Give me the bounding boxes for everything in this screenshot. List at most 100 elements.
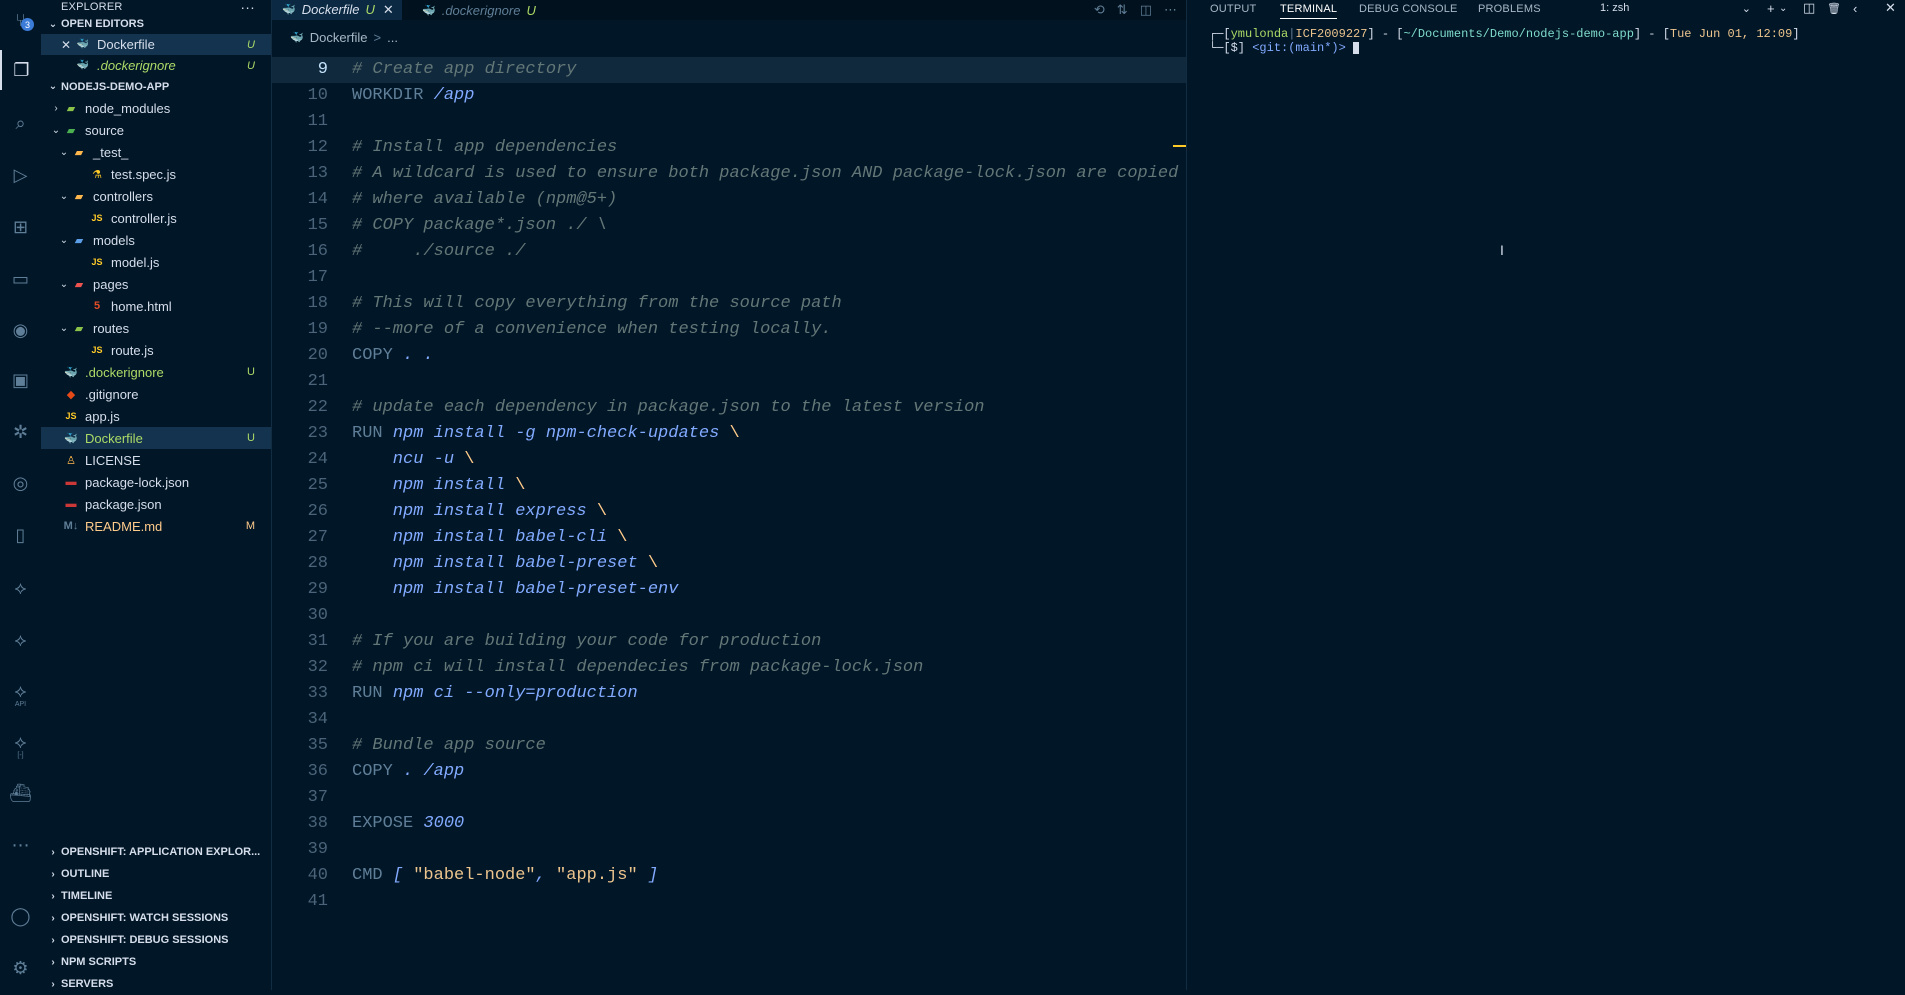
code-line[interactable]: 27 npm install babel-cli \ [272, 525, 1187, 551]
code-line[interactable]: 9 # Create app directory [272, 57, 1187, 83]
trash-icon[interactable]: 🗑 [1827, 0, 1841, 16]
code-line[interactable]: 39 [272, 837, 1187, 863]
close-icon[interactable]: ✕ [383, 2, 394, 18]
timeline-icon[interactable]: ⟲ [1094, 2, 1105, 18]
search-icon[interactable]: ⌕ [0, 103, 41, 143]
code-line[interactable]: 13 # A wildcard is used to ensure both pa… [272, 161, 1187, 187]
new-terminal-icon[interactable]: + [1767, 0, 1775, 16]
tree-folder[interactable]: ⌄ ▰ pages [41, 273, 271, 295]
section-collapsed[interactable]: › NPM SCRIPTS [41, 951, 271, 973]
code-editor[interactable]: 9 # Create app directory 10 WORKDIR /app 11 1… [272, 57, 1187, 915]
tree-folder[interactable]: › ▰ node_modules [41, 97, 271, 119]
tree-file[interactable]: JS route.js [41, 339, 271, 361]
terminal-select[interactable]: 1: zsh ⌄ [1596, 0, 1755, 16]
section-open-editors[interactable]: ⌄ OPEN EDITORS [41, 14, 271, 34]
code-line[interactable]: 12 # Install app dependencies [272, 135, 1187, 161]
open-changes-icon[interactable]: ⇅ [1117, 2, 1128, 18]
code-line[interactable]: 32 # npm ci will install dependecies from… [272, 655, 1187, 681]
tree-folder[interactable]: ⌄ ▰ source [41, 119, 271, 141]
more-icon[interactable]: ⋯ [0, 825, 41, 865]
tree-file[interactable]: M↓ README.md M [41, 515, 271, 537]
tab-dockerfile[interactable]: 🐳 Dockerfile U ✕ [272, 0, 402, 20]
run-debug-icon[interactable]: ▷ [0, 155, 41, 195]
code-line[interactable]: 40 CMD [ "babel-node", "app.js" ] [272, 863, 1187, 889]
extensions-icon[interactable]: ⊞ [0, 207, 41, 247]
tree-file[interactable]: ♙ LICENSE [41, 449, 271, 471]
code-line[interactable]: 28 npm install babel-preset \ [272, 551, 1187, 577]
remote-explorer-icon[interactable]: ▭ [0, 259, 41, 299]
more-actions-icon[interactable]: ⋯ [1164, 2, 1177, 18]
terminal-icon[interactable]: ▣ [0, 360, 41, 400]
split-editor-icon[interactable]: ◫ [1140, 2, 1152, 18]
section-collapsed[interactable]: › SERVERS [41, 973, 271, 995]
code-line[interactable]: 25 npm install \ [272, 473, 1187, 499]
source-control-icon[interactable]: ⑂ 3 [0, 0, 41, 40]
account-icon[interactable]: ◯ [0, 896, 41, 936]
code-line[interactable]: 30 [272, 603, 1187, 629]
tree-folder[interactable]: ⌄ ▰ controllers [41, 185, 271, 207]
split-terminal-icon[interactable]: ◫ [1803, 0, 1815, 16]
explorer-icon[interactable]: ❐ [0, 50, 41, 90]
tree-file[interactable]: JS app.js [41, 405, 271, 427]
code-line[interactable]: 26 npm install express \ [272, 499, 1187, 525]
settings-gear-icon[interactable]: ⚙ [0, 948, 41, 988]
chevron-left-icon[interactable]: ‹ [1853, 0, 1857, 16]
docker-icon[interactable]: ⛴ [0, 773, 41, 813]
tree-file[interactable]: ▬ package-lock.json [41, 471, 271, 493]
code-line[interactable]: 21 [272, 369, 1187, 395]
api-icon[interactable]: ⟡ API [0, 671, 41, 711]
code-line[interactable]: 19 # --more of a convenience when testing… [272, 317, 1187, 343]
code-line[interactable]: 35 # Bundle app source [272, 733, 1187, 759]
tree-file[interactable]: ⚗ test.spec.js [41, 163, 271, 185]
code-line[interactable]: 29 npm install babel-preset-env [272, 577, 1187, 603]
section-collapsed[interactable]: › OPENSHIFT: DEBUG SESSIONS [41, 929, 271, 951]
gitlens-icon[interactable]: ◉ [0, 310, 41, 350]
open-editor-item[interactable]: 🐳 .dockerignore U [41, 55, 271, 76]
openshift-icon[interactable]: ◎ [0, 463, 41, 503]
code-line[interactable]: 31 # If you are building your code for pr… [272, 629, 1187, 655]
code-line[interactable]: 11 [272, 109, 1187, 135]
tree-folder[interactable]: ⌄ ▰ _test_ [41, 141, 271, 163]
kubernetes-icon[interactable]: ✲ [0, 412, 41, 452]
code-line[interactable]: 41 [272, 889, 1187, 915]
code-line[interactable]: 36 COPY . /app [272, 759, 1187, 785]
tab-output[interactable]: OUTPUT [1210, 0, 1256, 18]
tree-file[interactable]: ◆ .gitignore [41, 383, 271, 405]
api-connect-icon[interactable]: ⟡ [0, 568, 41, 608]
code-line[interactable]: 18 # This will copy everything from the s… [272, 291, 1187, 317]
tree-file[interactable]: 5 home.html [41, 295, 271, 317]
section-project[interactable]: ⌄ NODEJS-DEMO-APP [41, 76, 271, 97]
code-line[interactable]: 16 # ./source ./ [272, 239, 1187, 265]
tree-file[interactable]: 🐳 .dockerignore U [41, 361, 271, 383]
api-test-icon[interactable]: ⟡ [0, 620, 41, 660]
breadcrumb-symbol[interactable]: ... [387, 30, 398, 45]
tree-folder[interactable]: ⌄ ▰ models [41, 229, 271, 251]
tree-file[interactable]: ▬ package.json [41, 493, 271, 515]
code-line[interactable]: 33 RUN npm ci --only=production [272, 681, 1187, 707]
code-line[interactable]: 22 # update each dependency in package.js… [272, 395, 1187, 421]
section-collapsed[interactable]: › OPENSHIFT: APPLICATION EXPLOR... [41, 841, 271, 863]
section-collapsed[interactable]: › TIMELINE [41, 885, 271, 907]
code-line[interactable]: 34 [272, 707, 1187, 733]
breadcrumb-file[interactable]: Dockerfile [310, 30, 368, 45]
code-line[interactable]: 23 RUN npm install -g npm-check-updates \ [272, 421, 1187, 447]
section-collapsed[interactable]: › OUTLINE [41, 863, 271, 885]
more-actions-icon[interactable]: ··· [240, 0, 255, 15]
tab-dockerignore[interactable]: 🐳 .dockerignore U [412, 0, 542, 20]
close-icon[interactable]: ✕ [57, 38, 75, 52]
section-collapsed[interactable]: › OPENSHIFT: WATCH SESSIONS [41, 907, 271, 929]
code-line[interactable]: 38 EXPOSE 3000 [272, 811, 1187, 837]
code-line[interactable]: 10 WORKDIR /app [272, 83, 1187, 109]
tab-problems[interactable]: PROBLEMS [1478, 0, 1541, 18]
chevron-down-icon[interactable]: ⌄ [1779, 0, 1787, 16]
open-editor-item[interactable]: ✕ 🐳 Dockerfile U [41, 34, 271, 55]
close-panel-icon[interactable]: ✕ [1885, 0, 1896, 16]
tab-debug-console[interactable]: DEBUG CONSOLE [1359, 0, 1458, 18]
tree-file[interactable]: JS model.js [41, 251, 271, 273]
api-mock-icon[interactable]: ⟡ [-] [0, 722, 41, 762]
terminal-output[interactable]: ┌─[ymulonda|ICF2009227] - [~/Documents/D… [1209, 27, 1800, 55]
tree-file[interactable]: JS controller.js [41, 207, 271, 229]
tab-terminal[interactable]: TERMINAL [1280, 0, 1338, 19]
code-line[interactable]: 17 [272, 265, 1187, 291]
bookmarks-icon[interactable]: ▯ [0, 515, 41, 555]
